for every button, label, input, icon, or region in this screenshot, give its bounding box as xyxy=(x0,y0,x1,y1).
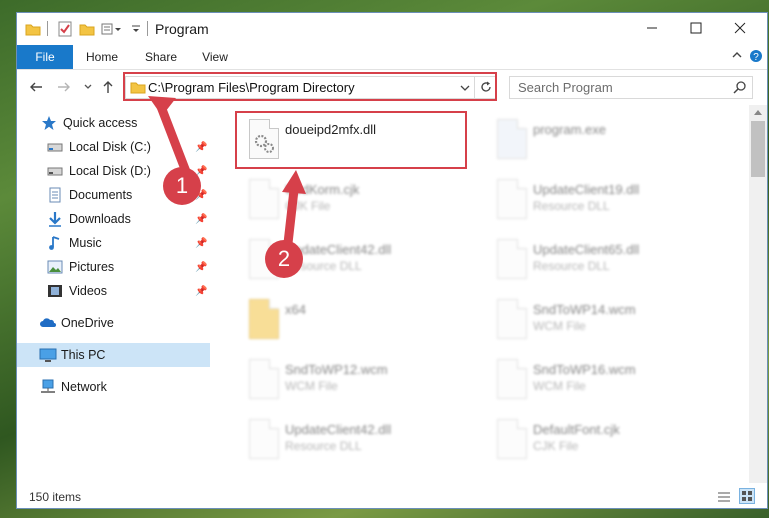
annotation-arrows xyxy=(148,96,306,257)
callout-badge-2: 2 xyxy=(265,240,303,278)
callout-badge-1: 1 xyxy=(163,167,201,205)
